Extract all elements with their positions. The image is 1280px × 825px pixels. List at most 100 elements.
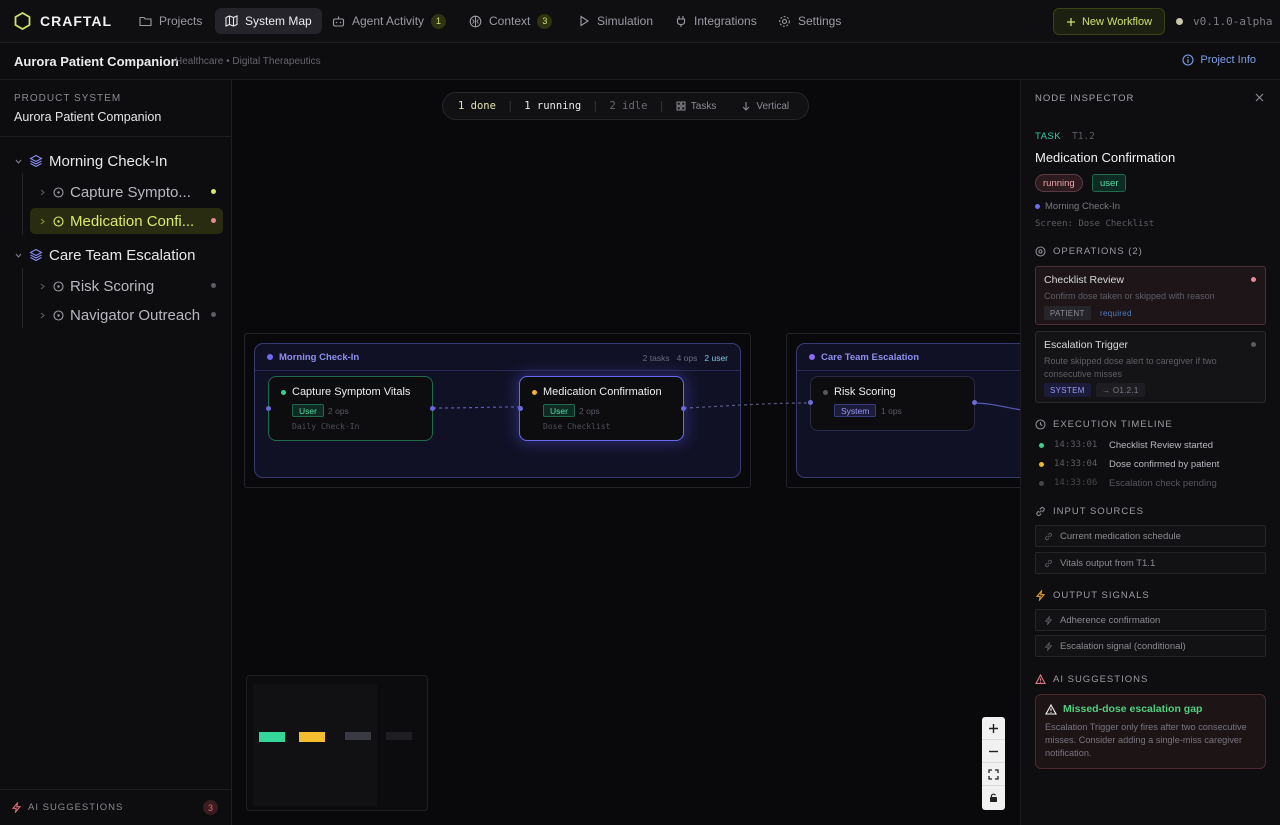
new-workflow-button[interactable]: New Workflow: [1053, 8, 1165, 35]
app-logo[interactable]: CRAFTAL: [14, 12, 112, 30]
operation-title: Escalation Trigger: [1044, 339, 1129, 351]
zoom-in-button[interactable]: [982, 717, 1005, 740]
output-signal-item[interactable]: Adherence confirmation: [1035, 609, 1266, 631]
system-map-canvas[interactable]: 1 done | 1 running | 2 idle | Tasks Vert…: [232, 80, 1020, 825]
operations-icon: [1035, 246, 1046, 257]
ai-suggestions-toggle[interactable]: AI SUGGESTIONS 3: [0, 789, 231, 825]
ai-suggestion-card[interactable]: Missed-dose escalation gap Escalation Tr…: [1035, 694, 1266, 769]
operation-card-escalation-trigger[interactable]: Escalation Trigger Route skipped dose al…: [1035, 331, 1266, 403]
lock-canvas-button[interactable]: [982, 786, 1005, 809]
task-circle-icon: [53, 309, 64, 321]
project-header: Aurora Patient Companion Healthcare • Di…: [0, 43, 1280, 80]
suggestion-title: Missed-dose escalation gap: [1045, 703, 1202, 715]
plus-icon: [1066, 17, 1076, 27]
nav-system-map[interactable]: System Map: [215, 8, 322, 34]
node-port[interactable]: [808, 400, 813, 405]
app-name: CRAFTAL: [40, 13, 113, 29]
operation-actor-tag: SYSTEM: [1044, 383, 1091, 397]
input-source-item[interactable]: Vitals output from T1.1: [1035, 552, 1266, 574]
node-type: TASK: [1035, 131, 1062, 142]
node-group-label: Morning Check-In: [1045, 201, 1120, 212]
project-info-label: Project Info: [1200, 54, 1256, 66]
fit-view-button[interactable]: [982, 763, 1005, 786]
hexagon-logo-icon: [14, 12, 31, 30]
timeline-text: Escalation check pending: [1109, 477, 1217, 489]
nav-label: Projects: [159, 14, 203, 28]
nav-label: Simulation: [597, 14, 654, 28]
brain-icon: [469, 15, 482, 28]
node-port[interactable]: [972, 400, 977, 405]
operation-actor-tag: PATIENT: [1044, 306, 1091, 320]
tree-item-medication-confirmation[interactable]: Medication Confi...: [30, 208, 223, 234]
sidebar-section-label: PRODUCT SYSTEM: [14, 93, 122, 104]
close-inspector-button[interactable]: [1255, 93, 1264, 102]
task-status-dot: [211, 283, 216, 288]
node-port[interactable]: [430, 406, 435, 411]
timeline-time: 14:33:01: [1054, 440, 1098, 450]
project-info-button[interactable]: Project Info: [1182, 54, 1256, 66]
node-port[interactable]: [518, 406, 523, 411]
node-inspector-panel: NODE INSPECTOR TASK · T1.2 Medication Co…: [1020, 80, 1280, 825]
operation-title: Checklist Review: [1044, 274, 1124, 286]
play-icon: [578, 15, 590, 27]
nav-simulation[interactable]: Simulation: [568, 8, 663, 34]
node-role-tag: User: [292, 404, 324, 417]
context-badge: 3: [537, 13, 553, 29]
node-title: Medication Confirmation: [532, 386, 662, 398]
task-circle-icon: [53, 186, 64, 198]
task-circle-icon: [53, 215, 64, 227]
group-dot: [1035, 204, 1040, 209]
task-node-medication-confirmation[interactable]: Medication Confirmation User 2 ops Dose …: [519, 376, 684, 441]
minimap-viewport[interactable]: [253, 684, 377, 806]
project-meta: Healthcare • Digital Therapeutics: [175, 56, 321, 67]
timeline-entry: 14:33:01 Checklist Review started: [1035, 438, 1213, 452]
zoom-out-button[interactable]: [982, 740, 1005, 763]
node-status-dot: [281, 389, 286, 395]
nav-label: Settings: [798, 14, 842, 28]
plus-icon: [988, 723, 999, 734]
output-signal-label: Escalation signal (conditional): [1060, 640, 1186, 652]
connection-status-dot: [1176, 18, 1183, 25]
node-port[interactable]: [681, 406, 686, 411]
tree-group-morning-check-in[interactable]: Morning Check-In: [14, 148, 167, 174]
tree-item-label: Risk Scoring: [70, 277, 155, 295]
nav-agent-activity[interactable]: Agent Activity 1: [322, 8, 456, 34]
bolt-icon: [1044, 641, 1053, 651]
map-icon: [225, 15, 238, 27]
nav-projects[interactable]: Projects: [129, 8, 212, 34]
task-node-capture-symptom-vitals[interactable]: Capture Symptom Vitals User 2 ops Daily …: [268, 376, 433, 441]
chevron-down-icon: [14, 251, 23, 260]
output-signal-item[interactable]: Escalation signal (conditional): [1035, 635, 1266, 657]
node-ops: 1 ops: [881, 406, 902, 416]
tree-item-capture-symptom-vitals[interactable]: Capture Sympto...: [34, 179, 222, 205]
nav-settings[interactable]: Settings: [768, 8, 851, 34]
nav-context[interactable]: Context 3: [459, 8, 562, 34]
chevron-right-icon: [38, 217, 47, 226]
tree-item-risk-scoring[interactable]: Risk Scoring: [34, 273, 222, 299]
tree-item-navigator-outreach[interactable]: Navigator Outreach: [34, 302, 222, 328]
nav-integrations[interactable]: Integrations: [665, 8, 767, 34]
tree-guide-line: [22, 174, 23, 234]
output-signals-header-label: OUTPUT SIGNALS: [1053, 590, 1150, 601]
folder-icon: [139, 15, 152, 27]
zoom-controls: [982, 717, 1005, 810]
node-port[interactable]: [266, 406, 271, 411]
tree-group-care-team-escalation[interactable]: Care Team Escalation: [14, 242, 195, 268]
ai-suggestions-count: 3: [203, 800, 218, 815]
warning-icon: [1045, 703, 1057, 715]
chevron-right-icon: [38, 282, 47, 291]
timeline-entry: 14:33:06 Escalation check pending: [1035, 476, 1217, 490]
nav-label: System Map: [245, 14, 312, 28]
minimap-node: [259, 732, 285, 742]
canvas-minimap[interactable]: [246, 675, 428, 811]
sidebar-system-name: Aurora Patient Companion: [14, 110, 162, 124]
chevron-right-icon: [38, 188, 47, 197]
output-signals-section-header: OUTPUT SIGNALS: [1035, 590, 1150, 601]
task-node-risk-scoring[interactable]: Risk Scoring System 1 ops: [810, 376, 975, 431]
ai-suggestions-header-label: AI SUGGESTIONS: [1053, 674, 1149, 685]
input-source-item[interactable]: Current medication schedule: [1035, 525, 1266, 547]
operation-description: Confirm dose taken or skipped with reaso…: [1044, 291, 1215, 301]
ai-suggestions-section-header: AI SUGGESTIONS: [1035, 674, 1148, 685]
node-screen: Daily Check-In: [292, 422, 360, 431]
operation-card-checklist-review[interactable]: Checklist Review Confirm dose taken or s…: [1035, 266, 1266, 325]
